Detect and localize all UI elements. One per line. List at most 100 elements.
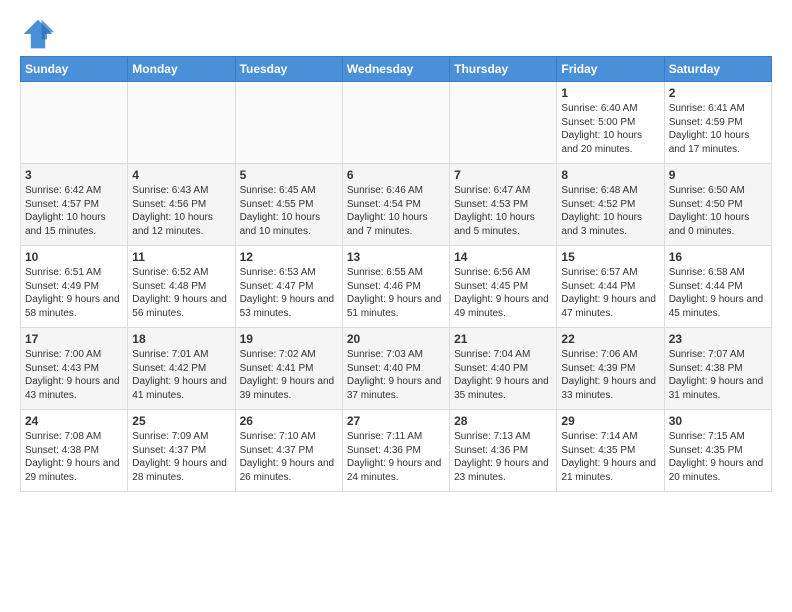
day-cell: 9 Sunrise: 6:50 AM Sunset: 4:50 PM Daylig…	[664, 164, 771, 246]
day-number: 13	[347, 250, 445, 264]
header-row: SundayMondayTuesdayWednesdayThursdayFrid…	[21, 57, 772, 82]
day-info: Sunrise: 7:10 AM Sunset: 4:37 PM Dayligh…	[240, 430, 338, 484]
day-cell: 22Sunrise: 7:06 AM Sunset: 4:39 PM Dayli…	[557, 328, 664, 410]
day-cell: 24Sunrise: 7:08 AM Sunset: 4:38 PM Dayli…	[21, 410, 128, 492]
day-number: 20	[347, 332, 445, 346]
day-number: 10	[25, 250, 123, 264]
day-cell: 1Sunrise: 6:40 AM Sunset: 5:00 PM Daylig…	[557, 82, 664, 164]
day-cell: 17 Sunrise: 7:00 AM Sunset: 4:43 PM Dayli…	[21, 328, 128, 410]
day-cell: 20 Sunrise: 7:03 AM Sunset: 4:40 PM Dayli…	[342, 328, 449, 410]
day-number: 23	[669, 332, 767, 346]
day-info: Sunrise: 6:42 AM Sunset: 4:57 PM Dayligh…	[25, 184, 123, 238]
day-number: 12	[240, 250, 338, 264]
day-cell: 7 Sunrise: 6:47 AM Sunset: 4:53 PM Daylig…	[450, 164, 557, 246]
day-info: Sunrise: 6:56 AM Sunset: 4:45 PM Dayligh…	[454, 266, 552, 320]
day-info: Sunrise: 6:48 AM Sunset: 4:52 PM Dayligh…	[561, 184, 659, 238]
page: SundayMondayTuesdayWednesdayThursdayFrid…	[0, 0, 792, 502]
header-cell-monday: Monday	[128, 57, 235, 82]
day-info: Sunrise: 7:09 AM Sunset: 4:37 PM Dayligh…	[132, 430, 230, 484]
day-cell: 2 Sunrise: 6:41 AM Sunset: 4:59 PM Daylig…	[664, 82, 771, 164]
day-cell: 8 Sunrise: 6:48 AM Sunset: 4:52 PM Daylig…	[557, 164, 664, 246]
logo	[20, 16, 62, 52]
day-cell: 28 Sunrise: 7:13 AM Sunset: 4:36 PM Dayli…	[450, 410, 557, 492]
day-number: 8	[561, 168, 659, 182]
day-cell: 19 Sunrise: 7:02 AM Sunset: 4:41 PM Dayli…	[235, 328, 342, 410]
day-info: Sunrise: 6:45 AM Sunset: 4:55 PM Dayligh…	[240, 184, 338, 238]
day-number: 24	[25, 414, 123, 428]
day-cell: 14 Sunrise: 6:56 AM Sunset: 4:45 PM Dayli…	[450, 246, 557, 328]
day-cell	[450, 82, 557, 164]
day-info: Sunrise: 7:15 AM Sunset: 4:35 PM Dayligh…	[669, 430, 767, 484]
day-info: Sunrise: 6:55 AM Sunset: 4:46 PM Dayligh…	[347, 266, 445, 320]
day-cell: 16Sunrise: 6:58 AM Sunset: 4:44 PM Dayli…	[664, 246, 771, 328]
day-number: 4	[132, 168, 230, 182]
day-number: 21	[454, 332, 552, 346]
day-info: Sunrise: 7:14 AM Sunset: 4:35 PM Dayligh…	[561, 430, 659, 484]
week-row-1: 1Sunrise: 6:40 AM Sunset: 5:00 PM Daylig…	[21, 82, 772, 164]
day-number: 7	[454, 168, 552, 182]
day-number: 29	[561, 414, 659, 428]
day-cell: 25 Sunrise: 7:09 AM Sunset: 4:37 PM Dayli…	[128, 410, 235, 492]
day-cell: 12Sunrise: 6:53 AM Sunset: 4:47 PM Dayli…	[235, 246, 342, 328]
day-number: 25	[132, 414, 230, 428]
day-info: Sunrise: 7:00 AM Sunset: 4:43 PM Dayligh…	[25, 348, 123, 402]
day-cell: 4 Sunrise: 6:43 AM Sunset: 4:56 PM Daylig…	[128, 164, 235, 246]
day-info: Sunrise: 6:57 AM Sunset: 4:44 PM Dayligh…	[561, 266, 659, 320]
header-cell-sunday: Sunday	[21, 57, 128, 82]
day-number: 14	[454, 250, 552, 264]
day-cell: 6 Sunrise: 6:46 AM Sunset: 4:54 PM Daylig…	[342, 164, 449, 246]
calendar-table: SundayMondayTuesdayWednesdayThursdayFrid…	[20, 56, 772, 492]
day-cell: 27Sunrise: 7:11 AM Sunset: 4:36 PM Dayli…	[342, 410, 449, 492]
day-info: Sunrise: 7:02 AM Sunset: 4:41 PM Dayligh…	[240, 348, 338, 402]
day-info: Sunrise: 6:50 AM Sunset: 4:50 PM Dayligh…	[669, 184, 767, 238]
day-info: Sunrise: 6:41 AM Sunset: 4:59 PM Dayligh…	[669, 102, 767, 156]
day-number: 19	[240, 332, 338, 346]
week-row-4: 17 Sunrise: 7:00 AM Sunset: 4:43 PM Dayli…	[21, 328, 772, 410]
day-cell: 15 Sunrise: 6:57 AM Sunset: 4:44 PM Dayli…	[557, 246, 664, 328]
day-info: Sunrise: 7:03 AM Sunset: 4:40 PM Dayligh…	[347, 348, 445, 402]
day-info: Sunrise: 6:51 AM Sunset: 4:49 PM Dayligh…	[25, 266, 123, 320]
day-info: Sunrise: 6:47 AM Sunset: 4:53 PM Dayligh…	[454, 184, 552, 238]
header-cell-tuesday: Tuesday	[235, 57, 342, 82]
header-cell-friday: Friday	[557, 57, 664, 82]
day-cell: 23 Sunrise: 7:07 AM Sunset: 4:38 PM Dayli…	[664, 328, 771, 410]
day-info: Sunrise: 7:13 AM Sunset: 4:36 PM Dayligh…	[454, 430, 552, 484]
day-cell: 10 Sunrise: 6:51 AM Sunset: 4:49 PM Dayli…	[21, 246, 128, 328]
day-number: 30	[669, 414, 767, 428]
day-number: 3	[25, 168, 123, 182]
day-info: Sunrise: 6:43 AM Sunset: 4:56 PM Dayligh…	[132, 184, 230, 238]
day-number: 2	[669, 86, 767, 100]
day-cell: 29 Sunrise: 7:14 AM Sunset: 4:35 PM Dayli…	[557, 410, 664, 492]
day-info: Sunrise: 7:11 AM Sunset: 4:36 PM Dayligh…	[347, 430, 445, 484]
header-cell-wednesday: Wednesday	[342, 57, 449, 82]
day-number: 17	[25, 332, 123, 346]
day-number: 1	[561, 86, 659, 100]
day-number: 15	[561, 250, 659, 264]
day-cell	[128, 82, 235, 164]
day-info: Sunrise: 6:46 AM Sunset: 4:54 PM Dayligh…	[347, 184, 445, 238]
day-cell: 18Sunrise: 7:01 AM Sunset: 4:42 PM Dayli…	[128, 328, 235, 410]
header-cell-thursday: Thursday	[450, 57, 557, 82]
week-row-5: 24Sunrise: 7:08 AM Sunset: 4:38 PM Dayli…	[21, 410, 772, 492]
day-number: 26	[240, 414, 338, 428]
day-number: 6	[347, 168, 445, 182]
day-info: Sunrise: 6:58 AM Sunset: 4:44 PM Dayligh…	[669, 266, 767, 320]
day-cell: 30 Sunrise: 7:15 AM Sunset: 4:35 PM Dayli…	[664, 410, 771, 492]
day-info: Sunrise: 7:04 AM Sunset: 4:40 PM Dayligh…	[454, 348, 552, 402]
day-number: 9	[669, 168, 767, 182]
day-cell: 5 Sunrise: 6:45 AM Sunset: 4:55 PM Daylig…	[235, 164, 342, 246]
day-number: 11	[132, 250, 230, 264]
header	[20, 16, 772, 52]
day-cell: 26 Sunrise: 7:10 AM Sunset: 4:37 PM Dayli…	[235, 410, 342, 492]
day-number: 22	[561, 332, 659, 346]
day-cell	[235, 82, 342, 164]
header-cell-saturday: Saturday	[664, 57, 771, 82]
day-info: Sunrise: 7:07 AM Sunset: 4:38 PM Dayligh…	[669, 348, 767, 402]
day-info: Sunrise: 7:01 AM Sunset: 4:42 PM Dayligh…	[132, 348, 230, 402]
day-cell: 13 Sunrise: 6:55 AM Sunset: 4:46 PM Dayli…	[342, 246, 449, 328]
day-info: Sunrise: 6:52 AM Sunset: 4:48 PM Dayligh…	[132, 266, 230, 320]
day-number: 28	[454, 414, 552, 428]
week-row-2: 3 Sunrise: 6:42 AM Sunset: 4:57 PM Daylig…	[21, 164, 772, 246]
day-number: 5	[240, 168, 338, 182]
day-cell	[342, 82, 449, 164]
